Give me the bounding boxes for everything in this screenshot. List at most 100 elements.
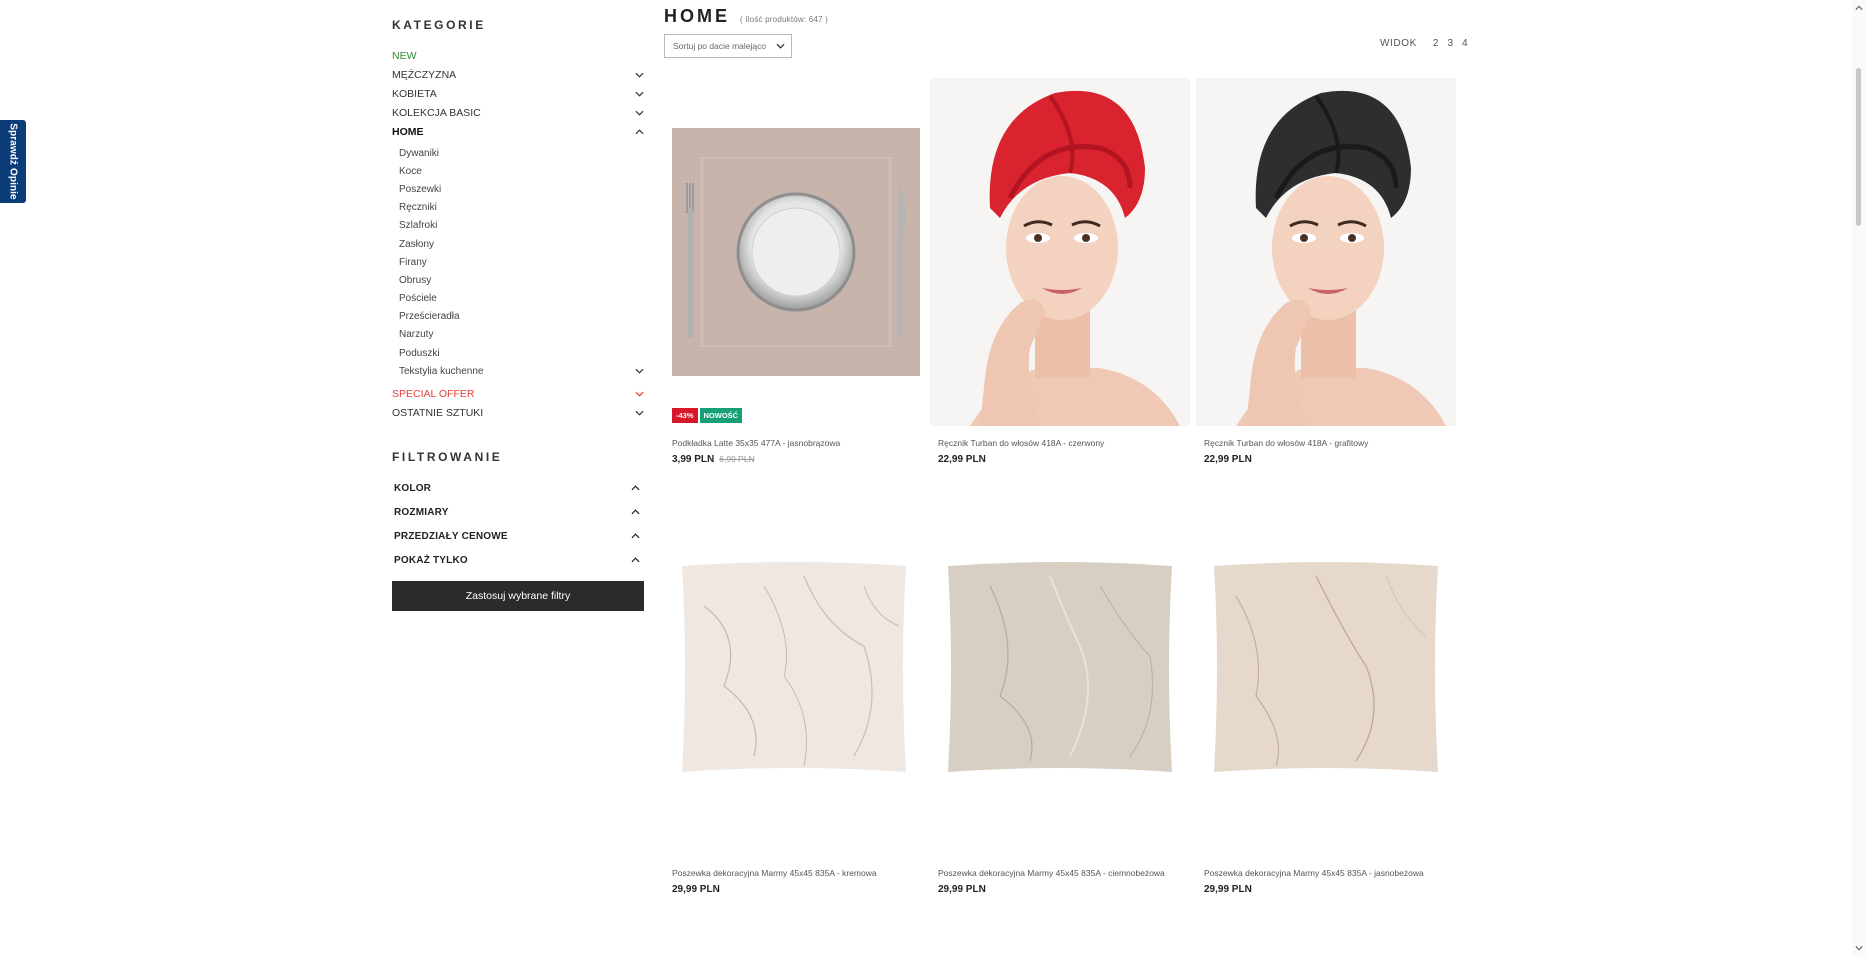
reviews-side-tab[interactable]: Sprawdź Opinie [0, 120, 26, 203]
subcategory-item[interactable]: Narzuty [399, 326, 646, 344]
product-name[interactable]: Ręcznik Turban do włosów 418A - grafitow… [1204, 438, 1368, 448]
subcategory-label: Pościele [399, 293, 437, 305]
view-option-4[interactable]: 4 [1462, 38, 1468, 49]
product-name[interactable]: Poszewka dekoracyjna Marmy 45x45 835A - … [672, 868, 877, 878]
filter-label: ROZMIARY [394, 506, 449, 518]
subcategory-label: Poszewki [399, 183, 442, 195]
category-label: NEW [392, 49, 417, 62]
category-last-items[interactable]: OSTATNIE SZTUKI [392, 403, 646, 422]
chevron-up-icon[interactable] [630, 555, 640, 565]
discount-badge: -43% [672, 408, 698, 423]
chevron-down-icon[interactable] [634, 89, 644, 99]
reviews-tab-label: Sprawdź Opinie [7, 123, 19, 200]
product-price: 29,99 PLN [1204, 884, 1252, 895]
subcategory-item[interactable]: Firany [399, 253, 646, 271]
chevron-down-icon[interactable] [634, 108, 644, 118]
product-card[interactable]: -43% NOWOŚĆ Podkładka Latte 35x35 477A -… [664, 78, 924, 478]
subcategory-item[interactable]: Obrusy [399, 271, 646, 289]
subcategory-item[interactable]: Pościele [399, 290, 646, 308]
chevron-up-icon[interactable] [630, 531, 640, 541]
subcategory-label: Dywaniki [399, 147, 440, 159]
subcategory-label: Firany [399, 256, 427, 268]
product-price: 22,99 PLN [1204, 454, 1252, 465]
page-title: HOME ( Ilość produktów: 647 ) [664, 6, 828, 27]
product-card[interactable]: Poszewka dekoracyjna Marmy 45x45 835A - … [930, 546, 1190, 896]
subcategory-item[interactable]: Szlafroki [399, 217, 646, 235]
subcategory-item[interactable]: Koce [399, 162, 646, 180]
filter-label: PRZEDZIAŁY CENOWE [394, 530, 508, 542]
subcategory-label: Ręczniki [399, 202, 437, 214]
product-image-turban-graphite[interactable] [1196, 78, 1456, 426]
category-label: KOLEKCJA BASIC [392, 106, 481, 119]
view-label: WIDOK [1380, 38, 1417, 49]
subcategory-item[interactable]: Prześcieradła [399, 308, 646, 326]
view-switch: WIDOK 2 3 4 [1380, 38, 1477, 49]
filter-color[interactable]: KOLOR [392, 476, 646, 500]
chevron-up-icon[interactable] [630, 507, 640, 517]
subcategory-item[interactable]: Dywaniki [399, 144, 646, 162]
subcategory-item[interactable]: Ręczniki [399, 199, 646, 217]
subcategory-item[interactable]: Tekstylia kuchenne [399, 362, 646, 380]
product-card[interactable]: Ręcznik Turban do włosów 418A - czerwony… [930, 78, 1190, 478]
category-home[interactable]: HOME [392, 122, 646, 141]
sort-select[interactable]: Sortuj po dacie malejąco [664, 34, 792, 58]
product-image-pillow-lightbeige[interactable] [1196, 546, 1456, 796]
product-name[interactable]: Ręcznik Turban do włosów 418A - czerwony [938, 438, 1104, 448]
subcategory-label: Prześcieradła [399, 311, 460, 323]
product-card[interactable]: Poszewka dekoracyjna Marmy 45x45 835A - … [1196, 546, 1456, 896]
filter-price-ranges[interactable]: PRZEDZIAŁY CENOWE [392, 524, 646, 548]
category-label: OSTATNIE SZTUKI [392, 406, 484, 419]
category-new[interactable]: NEW [392, 46, 646, 65]
chevron-down-icon[interactable] [634, 389, 644, 399]
product-image-placemat[interactable] [664, 78, 924, 428]
filter-label: POKAŻ TYLKO [394, 554, 468, 566]
filter-show-only[interactable]: POKAŻ TYLKO [392, 548, 646, 572]
page-scrollbar[interactable] [1852, 0, 1866, 956]
product-price: 3,99 PLN 6,99 PLN [672, 454, 755, 465]
category-label: MĘŻCZYZNA [392, 68, 457, 81]
scroll-up-icon[interactable] [1854, 3, 1864, 13]
subcategory-item[interactable]: Poduszki [399, 344, 646, 362]
subcategory-item[interactable]: Poszewki [399, 180, 646, 198]
product-badges: -43% NOWOŚĆ [672, 408, 743, 423]
old-price: 6,99 PLN [719, 454, 755, 464]
chevron-up-icon[interactable] [630, 483, 640, 493]
category-special-offer[interactable]: SPECIAL OFFER [392, 384, 646, 403]
chevron-down-icon[interactable] [634, 70, 644, 80]
category-list-more: SPECIAL OFFER OSTATNIE SZTUKI [392, 384, 646, 422]
view-option-2[interactable]: 2 [1433, 38, 1439, 49]
category-list: NEW MĘŻCZYZNA KOBIETA KOLEKCJA BASIC HOM… [392, 46, 646, 141]
category-women[interactable]: KOBIETA [392, 84, 646, 103]
chevron-down-icon[interactable] [634, 408, 644, 418]
new-badge: NOWOŚĆ [699, 408, 743, 423]
filter-sizes[interactable]: ROZMIARY [392, 500, 646, 524]
product-card[interactable]: Ręcznik Turban do włosów 418A - grafitow… [1196, 78, 1456, 478]
product-image-pillow-cream[interactable] [664, 546, 924, 796]
view-option-3[interactable]: 3 [1447, 38, 1453, 49]
apply-filters-button[interactable]: Zastosuj wybrane filtry [392, 581, 644, 612]
scrollbar-thumb[interactable] [1856, 68, 1861, 226]
product-name[interactable]: Poszewka dekoracyjna Marmy 45x45 835A - … [1204, 868, 1424, 878]
product-name[interactable]: Poszewka dekoracyjna Marmy 45x45 835A - … [938, 868, 1165, 878]
product-image-pillow-darkbeige[interactable] [930, 546, 1190, 796]
category-label: KOBIETA [392, 87, 437, 100]
product-price: 22,99 PLN [938, 454, 986, 465]
category-basic-collection[interactable]: KOLEKCJA BASIC [392, 103, 646, 122]
chevron-up-icon[interactable] [634, 127, 644, 137]
chevron-down-icon[interactable] [634, 366, 644, 376]
home-subcategory-list: Dywaniki Koce Poszewki Ręczniki Szlafrok… [392, 144, 646, 380]
product-name[interactable]: Podkładka Latte 35x35 477A - jasnobrązow… [672, 438, 840, 448]
subcategory-label: Szlafroki [399, 220, 438, 232]
sidebar: KATEGORIE NEW MĘŻCZYZNA KOBIETA KOLEKCJA… [392, 0, 646, 612]
product-card[interactable]: Poszewka dekoracyjna Marmy 45x45 835A - … [664, 546, 924, 896]
product-price: 29,99 PLN [938, 884, 986, 895]
subcategory-label: Tekstylia kuchenne [399, 365, 484, 377]
filters-title: FILTROWANIE [392, 450, 503, 465]
category-label: SPECIAL OFFER [392, 387, 475, 400]
product-image-turban-red[interactable] [930, 78, 1190, 426]
subcategory-item[interactable]: Zasłony [399, 235, 646, 253]
scroll-down-icon[interactable] [1854, 943, 1864, 953]
subcategory-label: Poduszki [399, 347, 440, 359]
category-men[interactable]: MĘŻCZYZNA [392, 65, 646, 84]
subcategory-label: Zasłony [399, 238, 435, 250]
